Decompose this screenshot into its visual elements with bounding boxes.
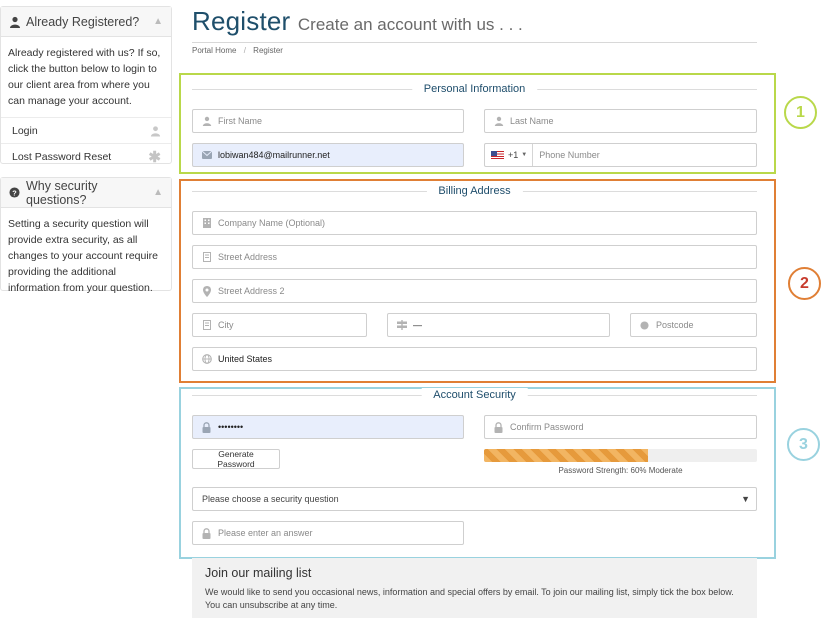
security-answer-placeholder: Please enter an answer xyxy=(218,528,313,538)
user-icon xyxy=(201,116,212,126)
security-questions-title: Why security questions? xyxy=(26,178,98,207)
svg-text:?: ? xyxy=(12,188,17,197)
confirm-password-field[interactable]: Confirm Password xyxy=(484,415,757,439)
last-name-field[interactable]: Last Name xyxy=(484,109,757,133)
email-field[interactable]: lobiwan484@mailrunner.net xyxy=(192,143,464,167)
lock-icon xyxy=(201,527,212,539)
first-name-placeholder: First Name xyxy=(218,116,263,126)
street-address-field[interactable]: Street Address xyxy=(192,245,757,269)
breadcrumb-current: Register xyxy=(253,46,283,55)
login-link[interactable]: Login xyxy=(1,117,171,143)
last-name-placeholder: Last Name xyxy=(510,116,554,126)
security-answer-field[interactable]: Please enter an answer xyxy=(192,521,464,545)
billing-address-legend: Billing Address xyxy=(192,184,757,198)
building-icon xyxy=(201,252,212,262)
already-registered-title: Already Registered? xyxy=(26,14,140,29)
phone-field[interactable]: +1 ▼ Phone Number xyxy=(484,143,757,167)
annotation-circle-2: 2 xyxy=(788,267,821,300)
first-name-field[interactable]: First Name xyxy=(192,109,464,133)
lost-password-label: Lost Password Reset xyxy=(12,150,112,163)
state-field[interactable]: — xyxy=(387,313,610,337)
city-placeholder: City xyxy=(218,320,234,330)
state-value: — xyxy=(413,320,422,330)
account-security-legend: Account Security xyxy=(192,388,757,402)
password-value: •••••••• xyxy=(218,422,244,432)
already-registered-text: Already registered with us? If so, click… xyxy=(8,47,161,107)
security-question-select[interactable]: Please choose a security question ▼ xyxy=(192,487,757,511)
user-icon xyxy=(150,125,161,137)
user-icon xyxy=(493,116,504,126)
caret-down-icon: ▼ xyxy=(521,152,528,158)
envelope-icon xyxy=(201,151,212,159)
map-marker-icon xyxy=(201,285,212,297)
security-questions-text: Setting a security question will provide… xyxy=(8,218,159,294)
security-question-value: Please choose a security question xyxy=(202,494,339,504)
security-questions-header[interactable]: ? Why security questions? ▲ xyxy=(1,178,171,208)
password-field[interactable]: •••••••• xyxy=(192,415,464,439)
mailing-list-panel: Join our mailing list We would like to s… xyxy=(192,558,757,618)
breadcrumb-separator: / xyxy=(243,46,246,55)
confirm-password-placeholder: Confirm Password xyxy=(510,422,584,432)
city-field[interactable]: City xyxy=(192,313,367,337)
chevron-up-icon[interactable]: ▲ xyxy=(153,187,163,198)
lock-icon xyxy=(493,421,504,433)
email-value: lobiwan484@mailrunner.net xyxy=(218,150,330,160)
street-address-2-field[interactable]: Street Address 2 xyxy=(192,279,757,303)
page-title: Register Create an account with us . . . xyxy=(192,6,757,43)
company-name-placeholder: Company Name (Optional) xyxy=(218,218,326,228)
certificate-icon xyxy=(639,320,650,330)
breadcrumb: Portal Home / Register xyxy=(192,46,283,55)
asterisk-icon: ✱ xyxy=(148,148,161,166)
postcode-placeholder: Postcode xyxy=(656,320,694,330)
billing-address-title: Billing Address xyxy=(426,184,523,198)
postcode-field[interactable]: Postcode xyxy=(630,313,757,337)
user-icon xyxy=(9,16,21,28)
company-name-field[interactable]: Company Name (Optional) xyxy=(192,211,757,235)
page-subtitle: Create an account with us . . . xyxy=(297,15,523,34)
login-link-label: Login xyxy=(12,124,38,137)
password-strength-text: Password Strength: 60% Moderate xyxy=(558,466,683,475)
personal-information-title: Personal Information xyxy=(411,82,538,96)
password-strength-fill xyxy=(484,449,648,462)
mailing-list-description: We would like to send you occasional new… xyxy=(205,587,734,610)
account-security-title: Account Security xyxy=(421,388,528,402)
building-icon xyxy=(201,320,212,330)
street-address-placeholder: Street Address xyxy=(218,252,278,262)
question-circle-icon: ? xyxy=(9,186,21,199)
us-flag-icon xyxy=(491,151,504,159)
annotation-circle-3: 3 xyxy=(787,428,820,461)
building-icon xyxy=(201,218,212,228)
street-address-2-placeholder: Street Address 2 xyxy=(218,286,285,296)
already-registered-header[interactable]: Already Registered? ▲ xyxy=(1,7,171,37)
security-questions-panel: ? Why security questions? ▲ Setting a se… xyxy=(0,177,172,294)
lock-icon xyxy=(201,421,212,433)
country-value: United States xyxy=(218,354,273,364)
annotation-circle-1: 1 xyxy=(784,96,817,129)
phone-country-code: +1 xyxy=(508,150,519,160)
page-title-main: Register xyxy=(192,6,291,36)
chevron-up-icon[interactable]: ▲ xyxy=(153,16,163,27)
country-field[interactable]: United States xyxy=(192,347,757,371)
already-registered-panel: Already Registered? ▲ Already registered… xyxy=(0,6,172,166)
personal-information-legend: Personal Information xyxy=(192,82,757,96)
password-strength-bar xyxy=(484,449,757,462)
phone-placeholder: Phone Number xyxy=(539,150,600,160)
mailing-list-title: Join our mailing list xyxy=(205,566,312,580)
breadcrumb-portal-home[interactable]: Portal Home xyxy=(192,46,236,55)
caret-down-icon: ▼ xyxy=(741,494,750,504)
lost-password-reset-link[interactable]: Lost Password Reset ✱ xyxy=(1,143,171,169)
signpost-icon xyxy=(396,320,407,330)
generate-password-button[interactable]: Generate Password xyxy=(192,449,280,469)
country-code-selector[interactable]: +1 ▼ xyxy=(491,144,534,166)
globe-icon xyxy=(201,354,212,364)
